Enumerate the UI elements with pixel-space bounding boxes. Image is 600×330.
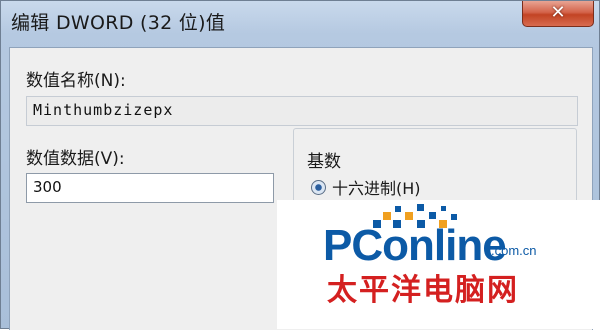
watermark-brand: PConline [323, 221, 507, 270]
value-name-label: 数值名称(N): [26, 71, 126, 91]
value-name-field[interactable]: Minthumbzizepx [26, 96, 578, 126]
close-button[interactable]: ✕ [522, 1, 594, 27]
value-data-input[interactable]: 300 [26, 173, 274, 203]
watermark-chinese-name: 太平洋电脑网 [327, 273, 519, 308]
close-icon: ✕ [550, 2, 566, 23]
radio-hexadecimal[interactable]: 十六进制(H) [311, 176, 421, 198]
value-data-label: 数值数据(V): [26, 149, 125, 169]
radio-hexadecimal-label: 十六进制(H) [332, 179, 421, 198]
radio-selected-icon[interactable] [311, 179, 326, 195]
title-bar[interactable]: 编辑 DWORD (32 位)值 ✕ [1, 1, 600, 53]
pconline-watermark: PConline .com.cn 太平洋电脑网 [277, 200, 600, 329]
base-group-label: 基数 [307, 152, 341, 172]
dialog-title: 编辑 DWORD (32 位)值 [11, 12, 226, 34]
watermark-domain: .com.cn [491, 243, 537, 258]
